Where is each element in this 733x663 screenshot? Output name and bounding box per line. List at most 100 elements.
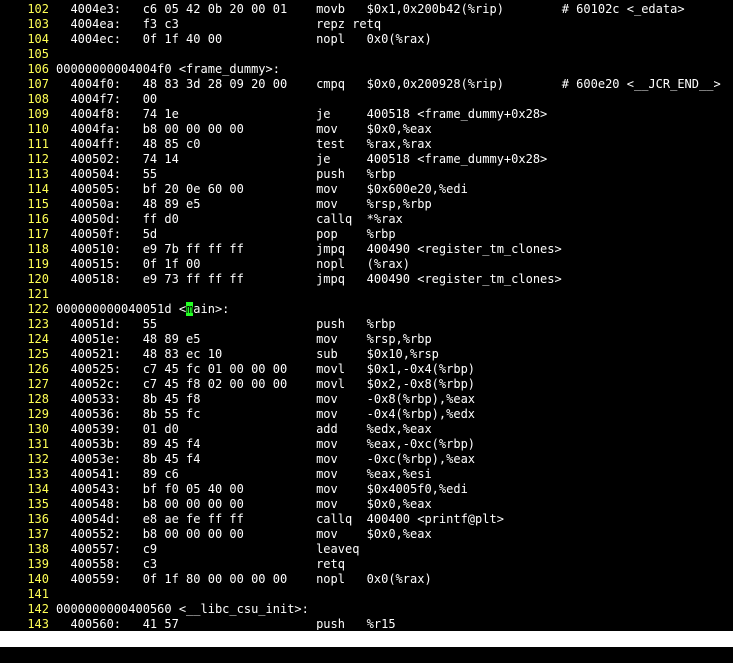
code-line[interactable]: 131 40053b: 89 45 f4 mov %eax,-0xc(%rbp) bbox=[0, 437, 733, 452]
line-number: 108 bbox=[27, 92, 49, 106]
code-line[interactable]: 110 4004fa: b8 00 00 00 00 mov $0x0,%eax bbox=[0, 122, 733, 137]
line-content: 4004e3: c6 05 42 0b 20 00 01 movb $0x1,0… bbox=[56, 2, 685, 16]
line-content: 40050a: 48 89 e5 mov %rsp,%rbp bbox=[56, 197, 432, 211]
code-line[interactable]: 134 400543: bf f0 05 40 00 mov $0x4005f0… bbox=[0, 482, 733, 497]
line-number: 138 bbox=[27, 542, 49, 556]
status-line: hello.asm bbox=[0, 631, 733, 662]
line-content: 40050f: 5d pop %rbp bbox=[56, 227, 396, 241]
line-number: 141 bbox=[27, 587, 49, 601]
code-line[interactable]: 102 4004e3: c6 05 42 0b 20 00 01 movb $0… bbox=[0, 2, 733, 17]
line-number: 125 bbox=[27, 347, 49, 361]
line-content: 400518: e9 73 ff ff ff jmpq 400490 <regi… bbox=[56, 272, 562, 286]
line-number: 106 bbox=[27, 62, 49, 76]
line-content: 000000000040051d <main>: bbox=[56, 302, 229, 317]
line-number: 129 bbox=[27, 407, 49, 421]
text-after-cursor: ain>: bbox=[193, 302, 230, 316]
code-line[interactable]: 117 40050f: 5d pop %rbp bbox=[0, 227, 733, 242]
line-number: 102 bbox=[27, 2, 49, 16]
line-content: 400560: 41 57 push %r15 bbox=[56, 617, 396, 630]
line-number: 123 bbox=[27, 317, 49, 331]
code-line[interactable]: 112 400502: 74 14 je 400518 <frame_dummy… bbox=[0, 152, 733, 167]
line-number: 119 bbox=[27, 257, 49, 271]
line-content: 400505: bf 20 0e 60 00 mov $0x600e20,%ed… bbox=[56, 182, 468, 196]
code-line[interactable]: 138 400557: c9 leaveq bbox=[0, 542, 733, 557]
code-line[interactable]: 139 400558: c3 retq bbox=[0, 557, 733, 572]
line-number: 104 bbox=[27, 32, 49, 46]
code-line[interactable]: 119 400515: 0f 1f 00 nopl (%rax) bbox=[0, 257, 733, 272]
code-line[interactable]: 143 400560: 41 57 push %r15 bbox=[0, 617, 733, 630]
code-line[interactable]: 136 40054d: e8 ae fe ff ff callq 400400 … bbox=[0, 512, 733, 527]
line-content: 400543: bf f0 05 40 00 mov $0x4005f0,%ed… bbox=[56, 482, 468, 496]
code-line[interactable]: 109 4004f8: 74 1e je 400518 <frame_dummy… bbox=[0, 107, 733, 122]
code-line[interactable]: 123 40051d: 55 push %rbp bbox=[0, 317, 733, 332]
line-content: 40050d: ff d0 callq *%rax bbox=[56, 212, 403, 226]
code-line[interactable]: 118 400510: e9 7b ff ff ff jmpq 400490 <… bbox=[0, 242, 733, 257]
code-line[interactable]: 129 400536: 8b 55 fc mov -0x4(%rbp),%edx bbox=[0, 407, 733, 422]
code-line[interactable]: 132 40053e: 8b 45 f4 mov -0xc(%rbp),%eax bbox=[0, 452, 733, 467]
code-line[interactable]: 141 bbox=[0, 587, 733, 602]
line-content: 4004ea: f3 c3 repz retq bbox=[56, 17, 382, 31]
line-content: 400536: 8b 55 fc mov -0x4(%rbp),%edx bbox=[56, 407, 476, 421]
code-line[interactable]: 114 400505: bf 20 0e 60 00 mov $0x600e20… bbox=[0, 182, 733, 197]
code-line[interactable]: 128 400533: 8b 45 f8 mov -0x8(%rbp),%eax bbox=[0, 392, 733, 407]
line-content: 40052c: c7 45 f8 02 00 00 00 movl $0x2,-… bbox=[56, 377, 476, 391]
code-line[interactable]: 103 4004ea: f3 c3 repz retq bbox=[0, 17, 733, 32]
code-line[interactable]: 108 4004f7: 00 bbox=[0, 92, 733, 107]
line-number: 137 bbox=[27, 527, 49, 541]
text-before-cursor: 000000000040051d < bbox=[56, 302, 187, 316]
line-content: 400533: 8b 45 f8 mov -0x8(%rbp),%eax bbox=[56, 392, 476, 406]
code-line[interactable]: 104 4004ec: 0f 1f 40 00 nopl 0x0(%rax) bbox=[0, 32, 733, 47]
code-line[interactable]: 124 40051e: 48 89 e5 mov %rsp,%rbp bbox=[0, 332, 733, 347]
line-content: 0000000000400560 <__libc_csu_init>: bbox=[56, 602, 309, 616]
line-content: 400510: e9 7b ff ff ff jmpq 400490 <regi… bbox=[56, 242, 562, 256]
code-line[interactable]: 140 400559: 0f 1f 80 00 00 00 00 nopl 0x… bbox=[0, 572, 733, 587]
editor-buffer[interactable]: 102 4004e3: c6 05 42 0b 20 00 01 movb $0… bbox=[0, 0, 733, 630]
line-number: 116 bbox=[27, 212, 49, 226]
code-line[interactable]: 113 400504: 55 push %rbp bbox=[0, 167, 733, 182]
code-line[interactable]: 120 400518: e9 73 ff ff ff jmpq 400490 <… bbox=[0, 272, 733, 287]
line-number: 115 bbox=[27, 197, 49, 211]
line-content: 400515: 0f 1f 00 nopl (%rax) bbox=[56, 257, 411, 271]
line-content: 400548: b8 00 00 00 00 mov $0x0,%eax bbox=[56, 497, 432, 511]
line-content: 400502: 74 14 je 400518 <frame_dummy+0x2… bbox=[56, 152, 548, 166]
line-number: 110 bbox=[27, 122, 49, 136]
code-line[interactable]: 105 bbox=[0, 47, 733, 62]
line-content: 40051e: 48 89 e5 mov %rsp,%rbp bbox=[56, 332, 432, 346]
code-line[interactable]: 130 400539: 01 d0 add %edx,%eax bbox=[0, 422, 733, 437]
code-line[interactable]: 142 0000000000400560 <__libc_csu_init>: bbox=[0, 602, 733, 617]
code-line[interactable]: 127 40052c: c7 45 f8 02 00 00 00 movl $0… bbox=[0, 377, 733, 392]
line-number: 118 bbox=[27, 242, 49, 256]
line-number: 117 bbox=[27, 227, 49, 241]
line-number: 113 bbox=[27, 167, 49, 181]
line-number: 134 bbox=[27, 482, 49, 496]
line-content: 400558: c3 retq bbox=[56, 557, 345, 571]
code-line[interactable]: 137 400552: b8 00 00 00 00 mov $0x0,%eax bbox=[0, 527, 733, 542]
line-number: 122 bbox=[27, 302, 49, 316]
line-number: 128 bbox=[27, 392, 49, 406]
code-line[interactable]: 125 400521: 48 83 ec 10 sub $0x10,%rsp bbox=[0, 347, 733, 362]
code-line[interactable]: 122 000000000040051d <main>: bbox=[0, 302, 733, 317]
code-line[interactable]: 135 400548: b8 00 00 00 00 mov $0x0,%eax bbox=[0, 497, 733, 512]
line-content: 40053e: 8b 45 f4 mov -0xc(%rbp),%eax bbox=[56, 452, 476, 466]
line-number: 127 bbox=[27, 377, 49, 391]
line-number: 133 bbox=[27, 467, 49, 481]
line-number: 130 bbox=[27, 422, 49, 436]
line-number: 121 bbox=[27, 287, 49, 301]
code-line[interactable]: 121 bbox=[0, 287, 733, 302]
line-number: 114 bbox=[27, 182, 49, 196]
line-content: 400525: c7 45 fc 01 00 00 00 movl $0x1,-… bbox=[56, 362, 476, 376]
line-content: 400559: 0f 1f 80 00 00 00 00 nopl 0x0(%r… bbox=[56, 572, 432, 586]
code-line[interactable]: 126 400525: c7 45 fc 01 00 00 00 movl $0… bbox=[0, 362, 733, 377]
line-content: 40053b: 89 45 f4 mov %eax,-0xc(%rbp) bbox=[56, 437, 476, 451]
code-line[interactable]: 111 4004ff: 48 85 c0 test %rax,%rax bbox=[0, 137, 733, 152]
code-line[interactable]: 116 40050d: ff d0 callq *%rax bbox=[0, 212, 733, 227]
line-content: 400552: b8 00 00 00 00 mov $0x0,%eax bbox=[56, 527, 432, 541]
code-line[interactable]: 107 4004f0: 48 83 3d 28 09 20 00 cmpq $0… bbox=[0, 77, 733, 92]
code-line[interactable]: 106 00000000004004f0 <frame_dummy>: bbox=[0, 62, 733, 77]
line-number: 111 bbox=[27, 137, 49, 151]
line-number: 136 bbox=[27, 512, 49, 526]
line-content: 4004ec: 0f 1f 40 00 nopl 0x0(%rax) bbox=[56, 32, 432, 46]
line-content: 400539: 01 d0 add %edx,%eax bbox=[56, 422, 432, 436]
code-line[interactable]: 115 40050a: 48 89 e5 mov %rsp,%rbp bbox=[0, 197, 733, 212]
code-line[interactable]: 133 400541: 89 c6 mov %eax,%esi bbox=[0, 467, 733, 482]
